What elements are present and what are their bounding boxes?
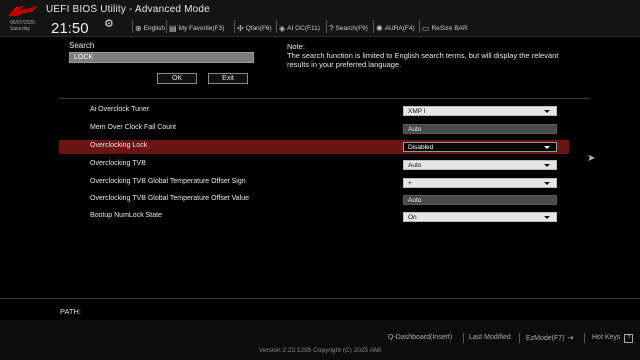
setting-label: Overclocking TVB Global Temperature Offs…: [90, 178, 246, 185]
tvb-temp-offset-value: Auto: [403, 195, 557, 205]
qfan-label: Qfan(F6): [245, 24, 272, 32]
setting-row-overclocking-tvb[interactable]: Overclocking TVB Auto: [59, 158, 569, 172]
readonly-value: Auto: [408, 126, 422, 133]
resize-bar-button[interactable]: ▭ ReSize BAR: [422, 22, 468, 34]
divider: [463, 333, 464, 343]
exit-arrow-icon: ⇥: [567, 335, 574, 342]
dropdown-value: +: [408, 180, 412, 187]
rog-logo: [8, 6, 38, 16]
setting-row-bootup-numlock-state[interactable]: Bootup NumLock State On: [59, 210, 569, 224]
setting-row-mem-over-clock-fail-count: Mem Over Clock Fail Count Auto: [59, 122, 569, 136]
mouse-cursor-icon: ➤: [587, 153, 596, 164]
setting-label: Overclocking Lock: [90, 142, 148, 149]
divider: [519, 333, 520, 343]
ai-overclock-tuner-dropdown[interactable]: XMP I: [403, 106, 557, 116]
setting-label: Overclocking TVB: [90, 160, 146, 167]
setting-label: Bootup NumLock State: [90, 212, 162, 219]
divider: [373, 20, 374, 33]
divider: [326, 20, 327, 33]
setting-row-tvb-temp-offset-value: Overclocking TVB Global Temperature Offs…: [59, 193, 569, 207]
clock: 21:50: [51, 20, 89, 37]
top-bar: UEFI BIOS Utility - Advanced Mode 06/07/…: [0, 0, 640, 37]
note-text: The search function is limited to Englis…: [287, 51, 559, 69]
divider: [419, 20, 420, 33]
ai-oc-label: AI OC(F11): [287, 24, 320, 32]
caret-down-icon: [544, 182, 550, 185]
ezmode-label: EzMode(F7): [526, 335, 565, 342]
ai-oc-button[interactable]: ◈ AI OC(F11): [279, 22, 320, 34]
search-label: Search(F9): [335, 24, 368, 32]
qfan-button[interactable]: ✣ Qfan(F6): [237, 22, 272, 34]
readonly-value: Auto: [408, 197, 422, 204]
tvb-temp-offset-sign-dropdown[interactable]: +: [403, 178, 557, 188]
hot-keys-label: Hot Keys: [592, 334, 621, 341]
my-favorite-button[interactable]: ▤ My Favorite(F3): [169, 22, 224, 34]
version-text: Version 2.22.1295 Copyright (C) 2025 AMI: [258, 347, 382, 354]
language-label: English: [143, 24, 166, 32]
exit-button[interactable]: Exit: [208, 73, 248, 84]
dropdown-value: Disabled: [408, 144, 434, 151]
setting-label: Overclocking TVB Global Temperature Offs…: [90, 195, 250, 202]
divider: [166, 20, 167, 33]
aura-icon: ✺: [376, 23, 383, 33]
search-icon: ?: [329, 23, 334, 33]
help-icon: ?: [624, 334, 634, 343]
caret-down-icon: [544, 216, 550, 219]
divider: [276, 20, 277, 33]
dropdown-value: Auto: [408, 162, 422, 169]
search-note: Note: The search function is limited to …: [287, 42, 577, 69]
favorite-icon: ▤: [169, 23, 177, 33]
last-modified-button[interactable]: Last Modified: [469, 334, 511, 341]
bootup-numlock-state-dropdown[interactable]: On: [403, 212, 557, 222]
path-label: PATH:: [60, 307, 81, 316]
mem-over-clock-fail-count-value: Auto: [403, 124, 557, 134]
divider: [234, 20, 235, 33]
divider: [132, 20, 133, 33]
setting-label: Ai Overclock Tuner: [90, 106, 150, 113]
search-input[interactable]: LOCK: [69, 52, 254, 63]
setting-label: Mem Over Clock Fail Count: [90, 124, 176, 131]
aura-button[interactable]: ✺ AURA(F4): [376, 22, 415, 34]
window-title: UEFI BIOS Utility - Advanced Mode: [46, 4, 210, 15]
language-button[interactable]: ⊕ English: [135, 22, 165, 34]
ai-oc-icon: ◈: [279, 23, 286, 33]
note-title: Note:: [287, 42, 305, 51]
q-dashboard-button[interactable]: Q-Dashboard(Insert): [388, 334, 452, 341]
date-display: 06/07/2025 Saturday: [10, 20, 35, 32]
overclocking-tvb-dropdown[interactable]: Auto: [403, 160, 557, 170]
day-text: Saturday: [10, 26, 31, 32]
resize-bar-label: ReSize BAR: [431, 24, 468, 32]
setting-row-overclocking-lock[interactable]: Overclocking Lock Disabled: [59, 140, 569, 154]
dropdown-value: XMP I: [408, 108, 426, 115]
globe-icon: ⊕: [135, 23, 142, 33]
caret-down-icon: [544, 146, 550, 149]
search-title: Search: [69, 41, 95, 50]
aura-label: AURA(F4): [384, 24, 415, 32]
setting-row-ai-overclock-tuner[interactable]: Ai Overclock Tuner XMP I: [59, 104, 569, 118]
path-bar: [0, 298, 640, 321]
ok-button[interactable]: OK: [157, 73, 197, 84]
dropdown-value: On: [408, 214, 417, 221]
hot-keys-button[interactable]: Hot Keys ?: [592, 334, 634, 343]
caret-down-icon: [544, 164, 550, 167]
gear-icon[interactable]: ⚙: [104, 17, 114, 30]
fan-icon: ✣: [237, 23, 244, 33]
overclocking-lock-dropdown[interactable]: Disabled: [403, 142, 557, 152]
search-button[interactable]: ? Search(F9): [329, 22, 368, 34]
resize-bar-icon: ▭: [422, 23, 430, 33]
my-favorite-label: My Favorite(F3): [178, 24, 225, 32]
caret-down-icon: [544, 110, 550, 113]
divider: [584, 333, 585, 343]
setting-row-tvb-temp-offset-sign[interactable]: Overclocking TVB Global Temperature Offs…: [59, 176, 569, 190]
ezmode-button[interactable]: EzMode(F7) ⇥: [526, 334, 573, 342]
